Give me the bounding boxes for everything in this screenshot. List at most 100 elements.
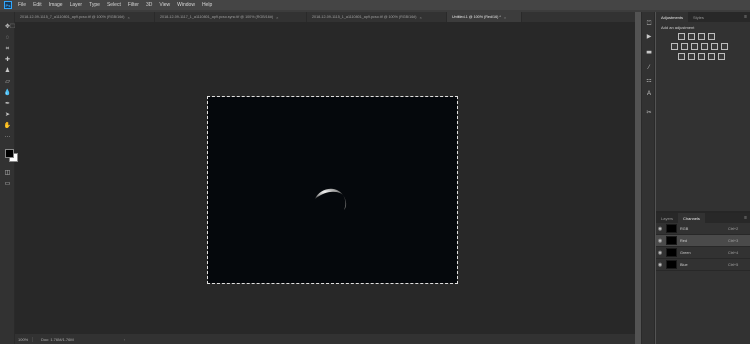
adjustment-row: [656, 33, 750, 40]
gradient-map-icon[interactable]: [708, 53, 715, 60]
menu-type[interactable]: Type: [89, 2, 100, 8]
menu-view[interactable]: View: [159, 2, 170, 8]
tab-styles[interactable]: Styles: [688, 12, 709, 22]
channel-mixer-icon[interactable]: [721, 43, 728, 50]
tools-panel: ✥ ◌ ⌗ ✚ ♟ ▱ 💧 ✒ ➤ ✋ ··· ◫ ▭ ⬚: [0, 12, 18, 344]
panel-menu-icon[interactable]: ≡: [744, 12, 750, 22]
channel-row[interactable]: ◉ Green Ctrl+4: [656, 247, 750, 259]
play-actions-icon[interactable]: ▶: [645, 32, 653, 40]
channel-shortcut: Ctrl+5: [728, 262, 739, 267]
close-icon[interactable]: ×: [276, 15, 278, 20]
hand-tool-icon[interactable]: ✋: [3, 121, 12, 130]
menu-window[interactable]: Window: [177, 2, 195, 8]
channel-row[interactable]: ◉ Blue Ctrl+5: [656, 259, 750, 271]
clone-stamp-icon[interactable]: ♟: [3, 66, 12, 75]
invert-icon[interactable]: [678, 53, 685, 60]
right-panels: Adjustments Styles ≡ Add an adjustment L…: [656, 12, 750, 344]
menu-image[interactable]: Image: [49, 2, 63, 8]
tab-label: 2018-12-09-1115_7_a1110801_ap9.pcso.tif …: [20, 15, 125, 19]
menu-filter[interactable]: Filter: [128, 2, 139, 8]
document-tab[interactable]: 2018-12-09-1115_7_a1110801_ap9.pcso.tif …: [15, 12, 155, 22]
menu-select[interactable]: Select: [107, 2, 121, 8]
history-icon[interactable]: ⏍: [645, 20, 653, 28]
zoom-level[interactable]: 100%: [15, 336, 33, 342]
properties-icon[interactable]: ⚏: [645, 76, 653, 84]
menu-3d[interactable]: 3D: [146, 2, 152, 8]
panel-menu-icon[interactable]: ≡: [744, 213, 750, 223]
quick-mask-icon[interactable]: ◫: [3, 168, 12, 177]
tab-label: 2018-12-09-1117_1_a1110801_ap9.pcso.sync…: [160, 15, 274, 19]
brightness-contrast-icon[interactable]: [678, 33, 685, 40]
exposure-icon[interactable]: [708, 33, 715, 40]
menu-layer[interactable]: Layer: [70, 2, 83, 8]
posterize-icon[interactable]: [688, 53, 695, 60]
lasso-tool-icon[interactable]: ◌: [3, 33, 12, 42]
channel-thumbnail: [666, 260, 677, 269]
status-bar: 100% Doc: 1.76M/1.76M ›: [15, 334, 635, 344]
black-white-icon[interactable]: [701, 43, 708, 50]
crop-tool-icon[interactable]: ⌗: [3, 44, 12, 53]
visibility-eye-icon[interactable]: ◉: [656, 262, 664, 268]
tab-layers[interactable]: Layers: [656, 213, 678, 223]
selective-color-icon[interactable]: [718, 53, 725, 60]
tab-label: 2018-12-09-1115_1_a1110801_ap9.pcso.tif …: [312, 15, 417, 19]
brush-settings-icon[interactable]: ⁄: [645, 64, 653, 72]
channel-name: Red: [680, 238, 687, 243]
channel-thumbnail: [666, 236, 677, 245]
status-menu-arrow-icon[interactable]: ›: [124, 337, 125, 342]
close-icon[interactable]: ×: [504, 15, 506, 20]
histogram-icon[interactable]: ▃: [645, 46, 653, 54]
adjustments-panel-tabs: Adjustments Styles ≡: [656, 12, 750, 22]
channel-row[interactable]: ◉ RGB Ctrl+2: [656, 223, 750, 235]
foreground-color-swatch[interactable]: [5, 149, 14, 158]
tools-preset-icon[interactable]: ✂: [645, 108, 653, 116]
collapsed-panels-strip: ⏍ ▶ ▃ ⁄ ⚏ A ✂: [641, 12, 655, 344]
blur-tool-icon[interactable]: 💧: [3, 88, 12, 97]
screen-mode-icon[interactable]: ▭: [3, 179, 12, 188]
tab-adjustments[interactable]: Adjustments: [656, 12, 689, 22]
close-icon[interactable]: ×: [420, 15, 422, 20]
photo-filter-icon[interactable]: [711, 43, 718, 50]
document-size: Doc: 1.76M/1.76M: [41, 336, 74, 342]
pen-tool-icon[interactable]: ✒: [3, 99, 12, 108]
tab-label: Untitled-1 @ 100% (Red/16) *: [452, 15, 501, 19]
eraser-tool-icon[interactable]: ▱: [3, 77, 12, 86]
character-icon[interactable]: A: [645, 90, 653, 98]
channel-name: RGB: [680, 226, 689, 231]
channel-name: Green: [680, 250, 691, 255]
document-area: 2018-12-09-1115_7_a1110801_ap9.pcso.tif …: [15, 12, 635, 344]
path-selection-icon[interactable]: ➤: [3, 110, 12, 119]
vibrance-icon[interactable]: [671, 43, 678, 50]
threshold-icon[interactable]: [698, 53, 705, 60]
menu-file[interactable]: File: [18, 2, 26, 8]
document-tabs: 2018-12-09-1115_7_a1110801_ap9.pcso.tif …: [15, 12, 635, 22]
canvas-pasteboard[interactable]: [15, 22, 635, 344]
more-tools-icon[interactable]: ···: [3, 132, 12, 141]
menu-bar: Ps File Edit Image Layer Type Select Fil…: [0, 0, 750, 10]
tab-channels[interactable]: Channels: [678, 213, 705, 223]
channel-name: Blue: [680, 262, 688, 267]
visibility-eye-icon[interactable]: ◉: [656, 226, 664, 232]
close-icon[interactable]: ×: [128, 15, 130, 20]
document-tab-active[interactable]: Untitled-1 @ 100% (Red/16) * ×: [447, 12, 522, 22]
add-adjustment-title: Add an adjustment: [661, 25, 695, 30]
adjustment-row: [656, 53, 750, 60]
curves-icon[interactable]: [698, 33, 705, 40]
channel-shortcut: Ctrl+3: [728, 238, 739, 243]
document-tab[interactable]: 2018-12-09-1117_1_a1110801_ap9.pcso.sync…: [155, 12, 307, 22]
moon-crescent-image: [315, 188, 347, 210]
visibility-eye-icon[interactable]: ◉: [656, 238, 664, 244]
hue-saturation-icon[interactable]: [681, 43, 688, 50]
layers-panel-tabs: Layers Channels ≡: [656, 213, 750, 223]
channel-thumbnail: [666, 248, 677, 257]
document-tab[interactable]: 2018-12-09-1115_1_a1110801_ap9.pcso.tif …: [307, 12, 447, 22]
menu-help[interactable]: Help: [202, 2, 212, 8]
document-image[interactable]: [207, 96, 458, 284]
channel-row-selected[interactable]: ◉ Red Ctrl+3: [656, 235, 750, 247]
healing-brush-icon[interactable]: ✚: [3, 55, 12, 64]
color-balance-icon[interactable]: [691, 43, 698, 50]
channel-shortcut: Ctrl+4: [728, 250, 739, 255]
levels-icon[interactable]: [688, 33, 695, 40]
menu-edit[interactable]: Edit: [33, 2, 42, 8]
visibility-eye-icon[interactable]: ◉: [656, 250, 664, 256]
